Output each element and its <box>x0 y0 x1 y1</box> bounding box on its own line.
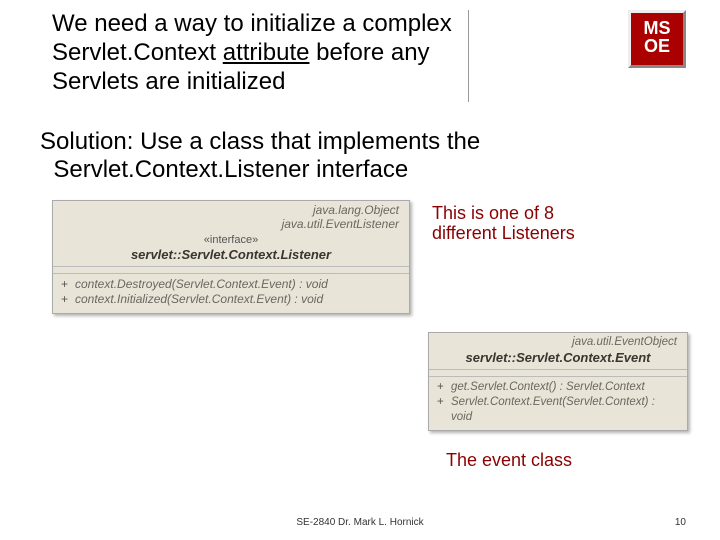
uml2-parent-1: java.util.EventObject <box>439 336 677 349</box>
uml1-parent-1: java.lang.Object <box>63 204 399 218</box>
uml1-name: servlet::Servlet.Context.Listener <box>63 247 399 262</box>
annot1-line-1: This is one of 8 <box>432 203 554 223</box>
solution-text: Solution: Use a class that implements th… <box>40 128 640 183</box>
uml2-empty-compartment <box>429 370 687 377</box>
title-part-2: Servlet.Context <box>52 39 216 66</box>
uml1-parent-2: java.util.EventListener <box>63 218 399 232</box>
msoe-logo: MS OE <box>628 10 686 68</box>
annotation-event-class: The event class <box>446 450 572 471</box>
solution-part-3: interface <box>309 156 408 183</box>
title-separator <box>468 10 470 102</box>
plus-icon: + <box>61 277 75 293</box>
uml-event-class: java.util.EventObject servlet::Servlet.C… <box>428 332 688 431</box>
logo-line-1: MS <box>631 19 683 37</box>
logo-line-2: OE <box>631 37 683 55</box>
plus-icon: + <box>61 292 75 308</box>
solution-part-1: Solution: Use a class that implements th… <box>40 128 480 155</box>
uml1-head: java.lang.Object java.util.EventListener… <box>53 201 409 267</box>
uml2-name: servlet::Servlet.Context.Event <box>439 350 677 365</box>
page-number: 10 <box>675 517 686 528</box>
uml2-operations: +get.Servlet.Context() : Servlet.Context… <box>429 377 687 430</box>
uml1-op-1: context.Destroyed(Servlet.Context.Event)… <box>75 277 328 293</box>
slide-title: We need a way to initialize a complex Se… <box>52 10 462 96</box>
plus-icon: + <box>437 380 451 395</box>
slide-footer: SE-2840 Dr. Mark L. Hornick <box>0 517 720 528</box>
uml1-empty-compartment <box>53 267 409 274</box>
uml2-head: java.util.EventObject servlet::Servlet.C… <box>429 333 687 370</box>
annotation-listeners: This is one of 8 different Listeners <box>432 204 575 244</box>
solution-part-2: Servlet.Context.Listener <box>53 156 309 183</box>
annot1-line-2: different Listeners <box>432 223 575 243</box>
uml2-op-1: get.Servlet.Context() : Servlet.Context <box>451 380 645 395</box>
uml1-operations: +context.Destroyed(Servlet.Context.Event… <box>53 274 409 313</box>
title-part-3 <box>216 39 223 66</box>
plus-icon: + <box>437 395 451 425</box>
uml2-op-2: Servlet.Context.Event(Servlet.Context) :… <box>451 395 679 425</box>
uml1-op-2: context.Initialized(Servlet.Context.Even… <box>75 292 323 308</box>
uml1-stereotype: «interface» <box>63 234 399 246</box>
title-part-1: We need a way to initialize a complex <box>52 10 452 37</box>
title-attribute-underlined: attribute <box>223 39 310 66</box>
uml-listener-interface: java.lang.Object java.util.EventListener… <box>52 200 410 314</box>
